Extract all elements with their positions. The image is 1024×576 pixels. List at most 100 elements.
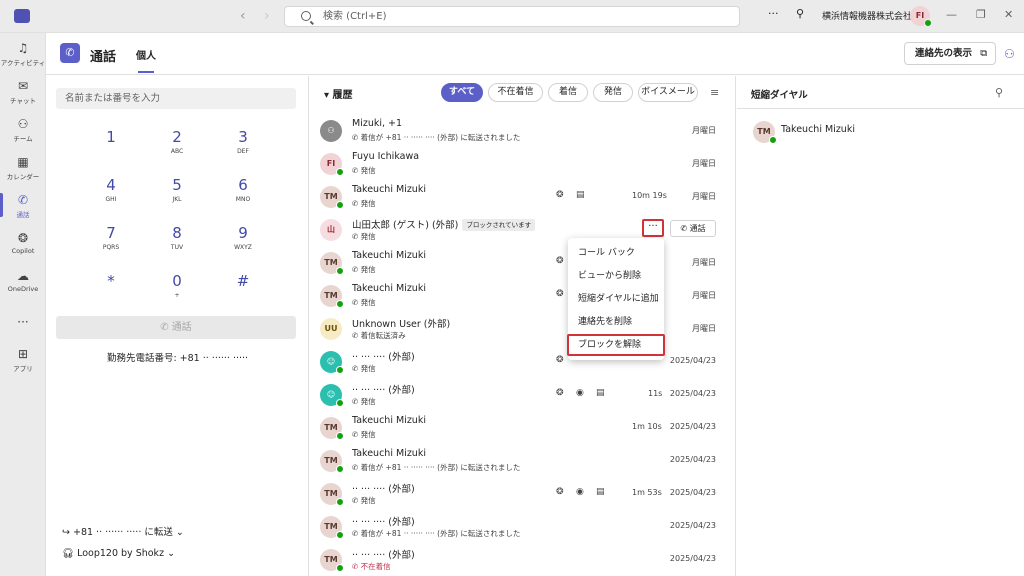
row-more-button[interactable]: ··· — [642, 219, 664, 237]
history-row[interactable]: ⚇ Mizuki, +1 ✆ 着信が +81 ·· ····· ···· (外部) … — [310, 114, 736, 147]
row-call-button[interactable]: ✆ 通話 — [670, 220, 716, 237]
copilot-icon[interactable]: ❂ — [556, 355, 564, 365]
history-row[interactable]: TM Takeuchi Mizuki ✆ 発信 1m 10s 2025/04/23 — [310, 411, 736, 444]
rail-item-onedrive[interactable]: ☁ OneDrive — [0, 269, 46, 293]
minimize-icon[interactable]: — — [946, 8, 957, 21]
call-duration: 1m 53s — [632, 488, 662, 497]
call-detail: ✆ 発信 — [352, 231, 376, 242]
show-contacts-button[interactable]: 連絡先の表示 ⧉ — [904, 42, 996, 65]
back-arrow-icon[interactable]: ‹ — [240, 8, 246, 24]
profile-settings-icon[interactable]: ⚲ — [796, 7, 804, 20]
dial-key-1[interactable]: 1 — [86, 128, 136, 148]
call-date: 月曜日 — [692, 126, 716, 135]
dial-key-8[interactable]: 8 TUV — [152, 224, 202, 251]
call-detail-text: 着信転送済み — [360, 331, 406, 340]
rail-item-chat[interactable]: ✉ チャット — [0, 79, 46, 105]
maximize-icon[interactable]: ❐ — [976, 8, 986, 21]
recording-icon[interactable]: ◉ — [576, 487, 584, 497]
history-row[interactable]: FI Fuyu Ichikawa ✆ 発信 月曜日 — [310, 147, 736, 180]
dial-key-0[interactable]: 0 + — [152, 272, 202, 299]
recording-icon[interactable]: ◉ — [576, 388, 584, 398]
rail-item-copilot[interactable]: ❂ Copilot — [0, 231, 46, 255]
history-row[interactable]: TM ·· ··· ···· (外部) ✆ 着信が +81 ·· ····· ···… — [310, 510, 736, 543]
more-options-icon[interactable]: ··· — [768, 7, 779, 20]
copilot-icon[interactable]: ❂ — [556, 487, 564, 497]
notes-icon[interactable]: ▤ — [576, 190, 585, 200]
tab-underline — [138, 71, 154, 73]
history-row[interactable]: TM Takeuchi Mizuki ✆ 着信が +81 ·· ····· ····… — [310, 444, 736, 477]
filter-incoming[interactable]: 着信 — [548, 83, 588, 102]
menu-item-delete-contact[interactable]: 連絡先を削除 — [568, 311, 664, 333]
key-letters: GHI — [105, 196, 117, 203]
history-title[interactable]: ▾ 履歴 — [324, 86, 353, 101]
rail-item-activity[interactable]: ♫ アクティビティ — [0, 41, 46, 67]
copilot-icon[interactable]: ❂ — [556, 190, 564, 200]
add-contact-icon[interactable]: ⚲ — [995, 86, 1003, 99]
avatar-initials: TM — [324, 456, 338, 465]
avatar-initials: 山 — [327, 225, 335, 234]
rail-item-apps[interactable]: ⊞ アプリ — [0, 347, 46, 373]
work-phone-number: 勤務先電話番号: +81 ·· ······ ····· — [106, 353, 249, 364]
history-row[interactable]: TM Takeuchi Mizuki ✆ 発信 ❂ ▤ 10m 19s 月曜日 — [310, 180, 736, 213]
avatar: 山 — [320, 219, 342, 241]
avatar: ☺ — [320, 384, 344, 407]
dial-call-button[interactable]: ✆ 通話 — [56, 316, 296, 339]
menu-item-add-speed-dial[interactable]: 短縮ダイヤルに追加 — [568, 288, 664, 310]
history-row[interactable]: TM ·· ··· ···· (外部) ✆ 発信 ❂ ◉ ▤ 1m 53s 2025/04/2… — [310, 477, 736, 510]
people-icon[interactable]: ⚇ — [1004, 47, 1015, 61]
dial-key-9[interactable]: 9 WXYZ — [218, 224, 268, 251]
dial-key-5[interactable]: 5 JKL — [152, 176, 202, 203]
rail-item-teams[interactable]: ⚇ チーム — [0, 117, 46, 143]
dial-key-2[interactable]: 2 ABC — [152, 128, 202, 155]
history-row[interactable]: TM Takeuchi Mizuki ✆ 発信 ❂ 月曜日 — [310, 279, 736, 312]
call-detail-text: 着信が +81 ·· ····· ···· (外部) に転送されました — [360, 463, 521, 472]
rail-label: チーム — [13, 135, 33, 143]
rail-item-more[interactable]: ··· — [0, 315, 46, 331]
call-detail: ✆ 発信 — [352, 495, 376, 506]
dial-key-4[interactable]: 4 GHI — [86, 176, 136, 203]
dial-key-7[interactable]: 7 PQRS — [86, 224, 136, 251]
rail-item-calendar[interactable]: ▦ カレンダー — [0, 155, 46, 181]
tab-personal[interactable]: 個人 — [136, 47, 156, 62]
presence-available-icon — [924, 19, 932, 27]
dial-key-hash[interactable]: # — [218, 272, 268, 292]
avatar-initials: TM — [324, 489, 338, 498]
phone-icon: ✆ — [60, 43, 80, 63]
call-detail: ✆ 着信転送済み — [352, 330, 406, 341]
notes-icon[interactable]: ▤ — [596, 388, 605, 398]
audio-device-setting[interactable]: 🎧︎ Loop120 by Shokz ⌄ — [62, 548, 175, 559]
notes-icon[interactable]: ▤ — [596, 487, 605, 497]
number-input[interactable]: 名前または番号を入力 — [56, 88, 296, 109]
filter-icon[interactable]: ≡ — [710, 86, 719, 99]
filter-all[interactable]: すべて — [441, 83, 483, 102]
call-type-icon: ✆ — [352, 496, 361, 505]
call-type-icon: ✆ — [352, 265, 361, 274]
presence-available-icon — [336, 498, 344, 506]
org-name[interactable]: 横浜情報機器株式会社 — [822, 9, 912, 22]
forward-arrow-icon[interactable]: › — [264, 8, 270, 24]
dial-key-3[interactable]: 3 DEF — [218, 128, 268, 155]
menu-item-unblock[interactable]: ブロックを解除 — [567, 334, 665, 356]
history-row[interactable]: TM Takeuchi Mizuki ✆ 発信 ❂ 月曜日 — [310, 246, 736, 279]
close-icon[interactable]: ✕ — [1004, 8, 1013, 21]
copilot-icon[interactable]: ❂ — [556, 388, 564, 398]
copilot-icon[interactable]: ❂ — [556, 256, 564, 266]
menu-item-call-back[interactable]: コール バック — [568, 242, 664, 264]
history-row[interactable]: TM ·· ··· ···· (外部) ✆ 不在着信 2025/04/23 — [310, 543, 736, 576]
copilot-icon[interactable]: ❂ — [556, 289, 564, 299]
dial-key-6[interactable]: 6 MNO — [218, 176, 268, 203]
user-avatar[interactable]: FI — [910, 6, 932, 27]
speed-dial-item[interactable]: TM Takeuchi Mizuki — [737, 116, 1024, 149]
search-input[interactable]: 検索 (Ctrl+E) — [284, 6, 740, 27]
filter-voicemail[interactable]: ボイスメール — [638, 83, 698, 102]
history-row[interactable]: ☺ ·· ··· ···· (外部) ✆ 発信 ❂ ◉ ▤ 11s 2025/04/23 — [310, 378, 736, 411]
filter-missed[interactable]: 不在着信 — [488, 83, 543, 102]
caller-name-text: Takeuchi Mizuki — [352, 250, 426, 261]
call-forwarding-setting[interactable]: ↪ +81 ·· ······ ····· に転送 ⌄ — [62, 524, 184, 538]
history-row[interactable]: ☺ ·· ··· ···· (外部) ✆ 発信 ❂ 2025/04/23 — [310, 345, 736, 378]
dial-key-star[interactable]: * — [86, 272, 136, 292]
rail-item-calls[interactable]: ✆ 通話 — [0, 193, 46, 219]
history-row[interactable]: UU Unknown User (外部) ✆ 着信転送済み 月曜日 — [310, 312, 736, 345]
menu-item-remove-from-view[interactable]: ビューから削除 — [568, 265, 664, 287]
filter-outgoing[interactable]: 発信 — [593, 83, 633, 102]
